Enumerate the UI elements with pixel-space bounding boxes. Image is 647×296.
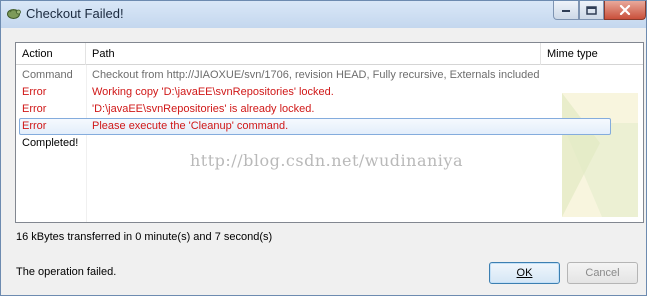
transfer-summary: 16 kBytes transferred in 0 minute(s) and… (16, 231, 273, 243)
maximize-button[interactable] (579, 1, 604, 20)
close-button[interactable] (604, 1, 646, 20)
list-row-error[interactable]: Error 'D:\javaEE\svnRepositories' is alr… (16, 101, 643, 118)
cancel-button-label: Cancel (585, 267, 620, 279)
checkout-failed-dialog: Checkout Failed! Action Path Mime type h… (0, 0, 647, 296)
row-action: Error (22, 86, 47, 98)
row-action: Command (22, 69, 73, 81)
list-row-command[interactable]: Command Checkout from http://JIAOXUE/svn… (16, 67, 643, 84)
action-list[interactable]: Action Path Mime type http://blog.csdn.n… (15, 42, 644, 223)
watermark-url: http://blog.csdn.net/wudinaniya (190, 151, 463, 170)
row-path: 'D:\javaEE\svnRepositories' is already l… (92, 103, 315, 115)
row-action: Error (22, 103, 47, 115)
row-path: Checkout from http://JIAOXUE/svn/1706, r… (92, 69, 540, 81)
title-bar[interactable]: Checkout Failed! (1, 1, 646, 28)
row-path: Please execute the 'Cleanup' command. (92, 120, 289, 132)
list-header: Action Path Mime type (16, 43, 643, 65)
ok-button[interactable]: OK (489, 262, 560, 284)
close-icon (619, 5, 631, 15)
column-header-mime-type[interactable]: Mime type (541, 43, 643, 65)
cancel-button[interactable]: Cancel (567, 262, 638, 284)
row-path: Working copy 'D:\javaEE\svnRepositories'… (92, 86, 334, 98)
minimize-icon (562, 10, 570, 12)
column-header-action[interactable]: Action (16, 43, 86, 65)
window-title: Checkout Failed! (26, 6, 124, 21)
tortoisesvn-icon (6, 6, 21, 21)
maximize-icon (586, 5, 597, 15)
list-row-error-selected[interactable]: Error Please execute the 'Cleanup' comma… (19, 118, 611, 135)
list-row-completed[interactable]: Completed! (16, 135, 643, 152)
ok-button-label: OK (516, 267, 533, 279)
minimize-button[interactable] (553, 1, 579, 20)
column-header-path[interactable]: Path (86, 43, 541, 65)
status-text: The operation failed. (16, 266, 117, 278)
list-rows: Command Checkout from http://JIAOXUE/svn… (16, 67, 643, 152)
row-action: Error (22, 120, 47, 132)
list-row-error[interactable]: Error Working copy 'D:\javaEE\svnReposit… (16, 84, 643, 101)
row-action: Completed! (22, 137, 79, 149)
